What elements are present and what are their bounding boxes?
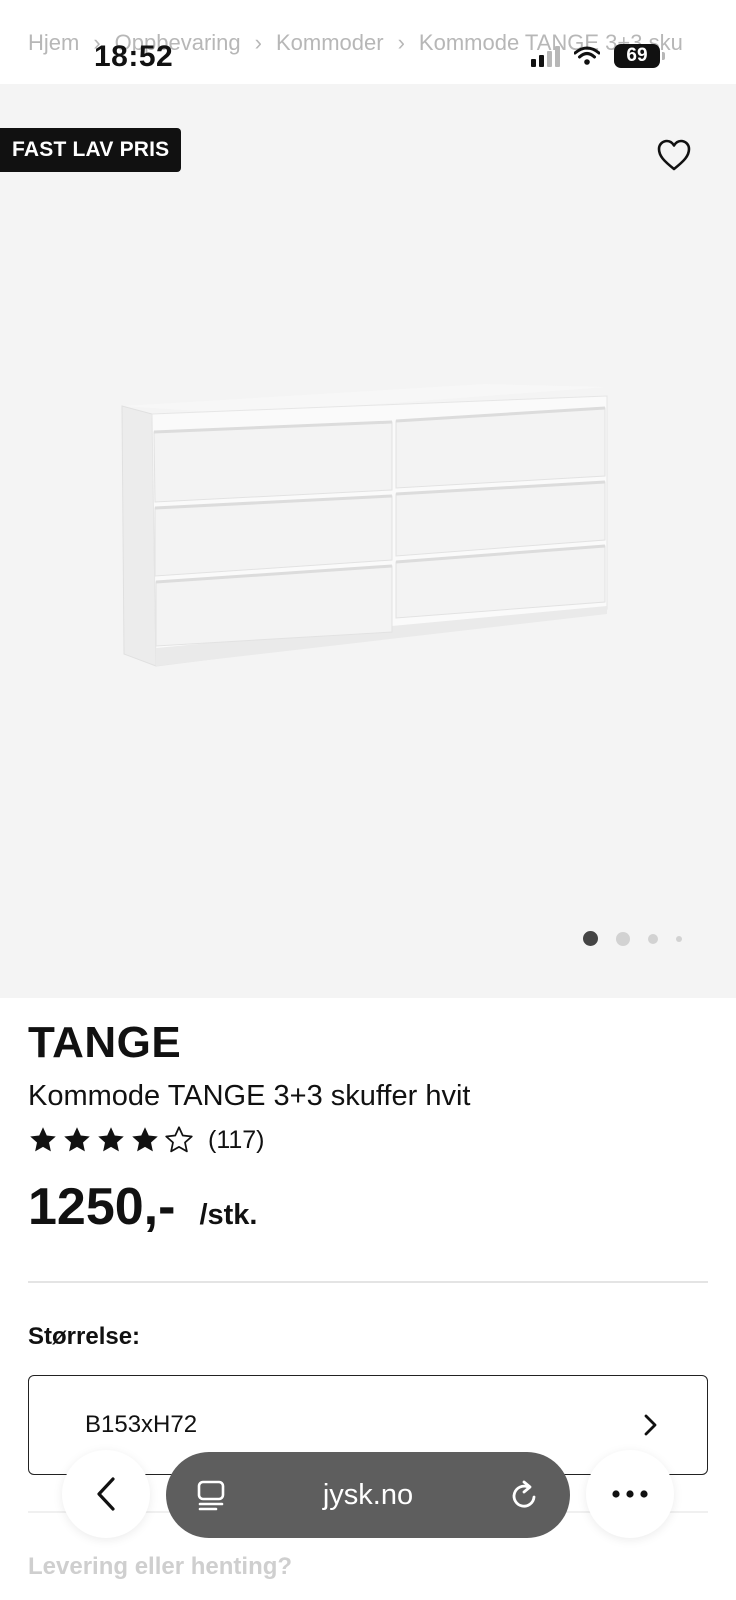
product-brand: TANGE: [28, 1018, 182, 1067]
star-filled-icon: [64, 1127, 90, 1152]
carousel-dot[interactable]: [648, 933, 658, 944]
breadcrumb-separator-icon: ›: [397, 30, 405, 55]
product-image-gallery[interactable]: FAST LAV PRIS: [0, 84, 736, 998]
cellular-signal-icon: [531, 45, 560, 67]
wifi-icon: [574, 46, 600, 65]
breadcrumb-item-dressers[interactable]: Kommoder: [276, 30, 384, 56]
star-filled-icon: [30, 1127, 56, 1152]
star-filled-icon: [132, 1127, 158, 1152]
delivery-heading: Levering eller henting?: [28, 1553, 293, 1580]
review-count[interactable]: (117): [208, 1126, 265, 1155]
more-button[interactable]: [586, 1450, 674, 1538]
size-value: B153xH72: [85, 1411, 198, 1438]
battery-icon: 69: [614, 44, 665, 68]
tab-overview-icon[interactable]: [196, 1479, 226, 1511]
heart-outline-icon[interactable]: [656, 138, 692, 172]
carousel-dot-active[interactable]: [583, 931, 598, 946]
price-badge: FAST LAV PRIS: [0, 128, 182, 172]
back-button[interactable]: [62, 1450, 150, 1538]
address-bar[interactable]: jysk.no: [166, 1452, 570, 1538]
carousel-dot[interactable]: [676, 935, 682, 942]
breadcrumb-item-home[interactable]: Hjem: [28, 30, 79, 56]
divider: [28, 1281, 708, 1283]
product-price: 1250,-: [28, 1178, 176, 1236]
product-rating[interactable]: (117): [28, 1125, 708, 1155]
size-label: Størrelse:: [28, 1323, 141, 1350]
reload-icon[interactable]: [510, 1479, 540, 1511]
more-dots-icon: [612, 1490, 648, 1498]
status-time: 18:52: [94, 40, 174, 73]
price-unit: /stk.: [199, 1199, 258, 1231]
carousel-dot[interactable]: [616, 931, 630, 946]
carousel-dots[interactable]: [583, 931, 682, 946]
chevron-right-icon: [644, 1414, 657, 1436]
chevron-left-icon: [97, 1477, 115, 1511]
breadcrumb-separator-icon: ›: [254, 30, 262, 55]
status-indicators: 69: [531, 44, 665, 68]
star-outline-icon: [165, 1126, 193, 1153]
product-name: Kommode TANGE 3+3 skuffer hvit: [28, 1080, 471, 1112]
url-domain[interactable]: jysk.no: [323, 1479, 413, 1512]
product-image: [121, 384, 608, 667]
price-row: 1250,- /stk.: [28, 1177, 708, 1237]
star-filled-icon: [98, 1127, 124, 1152]
